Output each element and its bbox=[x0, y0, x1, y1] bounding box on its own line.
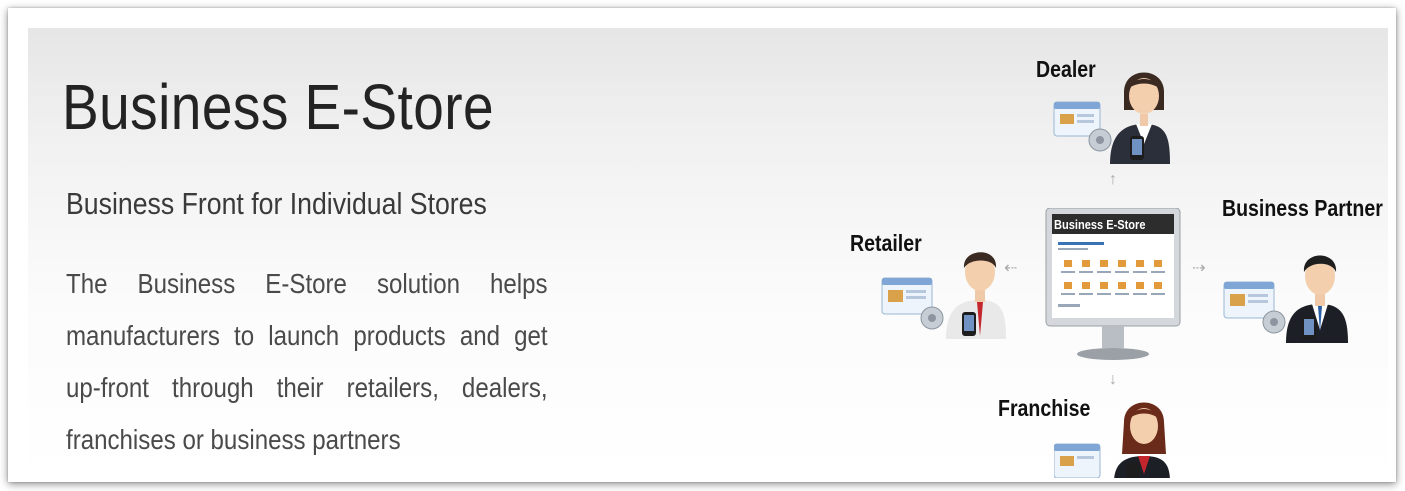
business-partner-person-icon bbox=[1223, 255, 1348, 343]
arrow-left-icon: ⇠ bbox=[1004, 260, 1018, 277]
franchise-person-icon bbox=[1054, 402, 1170, 478]
arrow-down-icon: ↓ bbox=[1109, 371, 1117, 388]
arrow-right-icon: ⇢ bbox=[1192, 260, 1206, 277]
page-title: Business E-Store bbox=[62, 71, 495, 143]
arrow-up-icon: ↑ bbox=[1109, 171, 1117, 188]
banner-panel: Business E-Store Business Front for Indi… bbox=[28, 28, 1388, 478]
description-text: The Business E-Store solution helps manu… bbox=[66, 268, 548, 455]
role-label-business-partner: Business Partner bbox=[1222, 195, 1383, 221]
dealer-person-icon bbox=[1053, 72, 1170, 164]
center-monitor-icon bbox=[1045, 208, 1181, 360]
retailer-person-icon bbox=[881, 252, 1006, 339]
banner-frame: Business E-Store Business Front for Indi… bbox=[8, 8, 1396, 482]
page-subtitle: Business Front for Individual Stores bbox=[66, 186, 487, 221]
monitor-screen-title: Business E-Store bbox=[1054, 217, 1146, 232]
